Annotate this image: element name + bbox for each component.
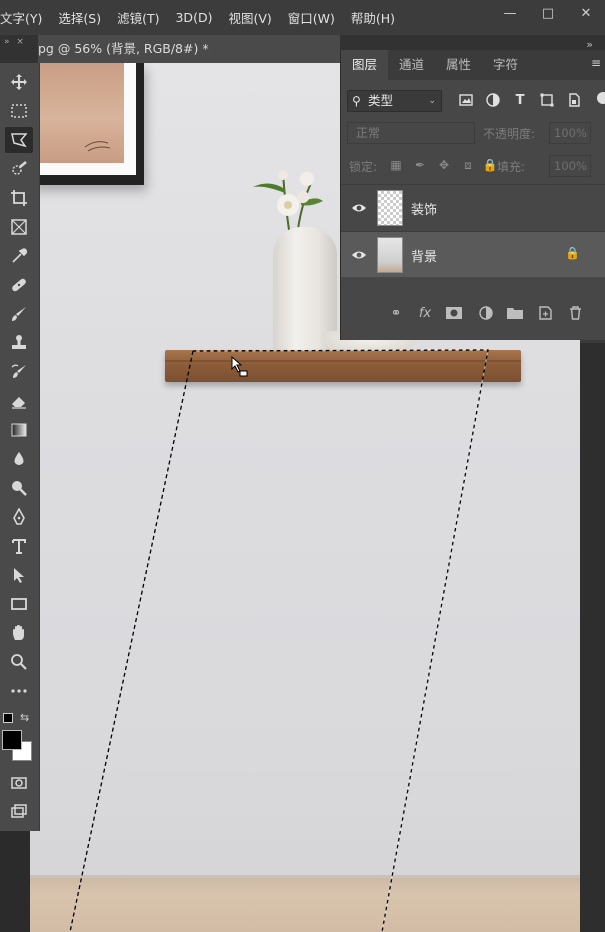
opacity-field[interactable]: 100% [549,122,591,144]
zoom-icon[interactable] [5,649,33,675]
filter-adjustment-icon[interactable] [485,92,501,108]
maximize-icon[interactable]: □ [529,0,567,27]
new-layer-icon[interactable] [536,304,554,322]
eraser-icon[interactable] [5,388,33,414]
layer-row[interactable]: 背景 🔒 [341,231,605,277]
more-icon[interactable] [5,678,33,704]
rectangle-icon[interactable] [5,591,33,617]
gradient-icon[interactable] [5,417,33,443]
filter-smart-object-icon[interactable] [566,92,582,108]
filter-kind-label: 类型 [368,93,394,108]
menu-view[interactable]: 视图(V) [228,8,279,27]
frame-icon[interactable] [5,214,33,240]
panel-collapse-icon[interactable]: » [586,38,593,51]
layer-filter-row: ⚲ 类型 ⌄ T [341,88,605,114]
tab-layers[interactable]: 图层 [341,50,389,80]
hand-icon[interactable] [5,620,33,646]
polygon-lasso-icon[interactable] [5,127,33,153]
fill-label: 填充: [497,160,526,174]
menu-select[interactable]: 选择(S) [58,8,109,27]
opacity-label: 不透明度: [483,127,536,141]
filter-type-icon[interactable]: T [512,92,528,108]
adjustment-icon[interactable] [477,304,495,322]
window-controls: — □ ✕ [491,0,605,27]
menu-bar: 文字(Y) 选择(S) 滤镜(T) 3D(D) 视图(V) 窗口(W) 帮助(H… [0,0,605,35]
layer-thumbnail [377,237,403,273]
link-icon[interactable]: ⚭ [387,304,405,322]
quick-mask-icon[interactable] [5,770,33,796]
menu-window[interactable]: 窗口(W) [288,8,343,27]
layer-thumbnail [377,190,403,226]
panel-tab-bar: 图层 通道 属性 字符 [341,50,605,80]
filter-toggle-icon[interactable] [597,92,605,104]
folder-icon[interactable] [506,304,524,322]
move-icon[interactable] [5,69,33,95]
menu-help[interactable]: 帮助(H) [351,8,403,27]
fx-icon[interactable]: fx [416,304,434,322]
menu-3d[interactable]: 3D(D) [175,10,220,25]
tab-character[interactable]: 字符 [482,50,529,80]
healing-icon[interactable] [5,272,33,298]
chevron-down-icon: ⌄ [428,96,436,106]
pen-icon[interactable] [5,504,33,530]
collapse-toolbar-icon[interactable]: » × [4,37,26,47]
blend-row: 正常 不透明度: 100% [341,122,605,146]
foreground-color-swatch[interactable] [2,730,22,750]
menu-filter[interactable]: 滤镜(T) [117,8,167,27]
filter-kind-select[interactable]: ⚲ 类型 ⌄ [347,90,442,112]
blend-mode-select[interactable]: 正常 [347,122,475,144]
type-icon[interactable] [5,533,33,559]
eye-icon[interactable] [351,200,367,216]
lock-icon[interactable]: 🔒 [565,246,580,260]
close-icon[interactable]: ✕ [567,0,605,27]
filter-pixel-icon[interactable] [458,92,474,108]
lock-artboard-icon[interactable]: ⧈ [461,158,475,172]
lock-position-icon[interactable]: ✥ [437,158,451,172]
menu-type[interactable]: 文字(Y) [0,8,50,27]
lock-transparency-icon[interactable]: ▦ [389,158,403,172]
crop-icon[interactable] [5,185,33,211]
fill-field[interactable]: 100% [549,155,591,177]
layer-row[interactable]: 装饰 [341,184,605,230]
mask-icon[interactable] [445,304,463,322]
lock-all-icon[interactable]: 🔒 [483,158,498,172]
minimize-icon[interactable]: — [491,0,529,27]
eye-icon[interactable] [351,247,367,263]
path-select-icon[interactable] [5,562,33,588]
blur-icon[interactable] [5,446,33,472]
lock-label: 锁定: [349,160,378,174]
lock-row: 锁定: ▦ ✒ ✥ ⧈ 🔒 填充: 100% [341,154,605,178]
filter-shape-icon[interactable] [539,92,555,108]
trash-icon[interactable] [566,304,584,322]
brush-icon[interactable] [5,301,33,327]
layer-name[interactable]: 背景 [411,246,437,265]
layers-panel-footer: ⚭ fx [341,300,605,326]
lock-pixels-icon[interactable]: ✒ [413,158,427,172]
history-brush-icon[interactable] [5,359,33,385]
layer-name[interactable]: 装饰 [411,199,437,218]
quick-select-icon[interactable] [5,156,33,182]
search-icon: ⚲ [352,94,361,108]
tab-properties[interactable]: 属性 [435,50,482,80]
dodge-icon[interactable] [5,475,33,501]
swap-colors-icon[interactable]: ⇆ [20,711,29,724]
marquee-icon[interactable] [5,98,33,124]
tab-channels[interactable]: 通道 [388,50,435,80]
tools-panel: ⇆ [0,63,40,831]
screen-mode-icon[interactable] [5,799,33,825]
stamp-icon[interactable] [5,330,33,356]
eyedropper-icon[interactable] [5,243,33,269]
cursor-icon [231,355,248,377]
panel-menu-icon[interactable]: ≡ [591,56,601,70]
default-colors-icon[interactable] [3,713,13,723]
layers-panel: 图层 通道 属性 字符 ≡ » ⚲ 类型 ⌄ T 正常 不透明度: 100% 锁… [340,38,605,340]
document-tab[interactable]: pg @ 56% (背景, RGB/8#) * [38,35,340,63]
